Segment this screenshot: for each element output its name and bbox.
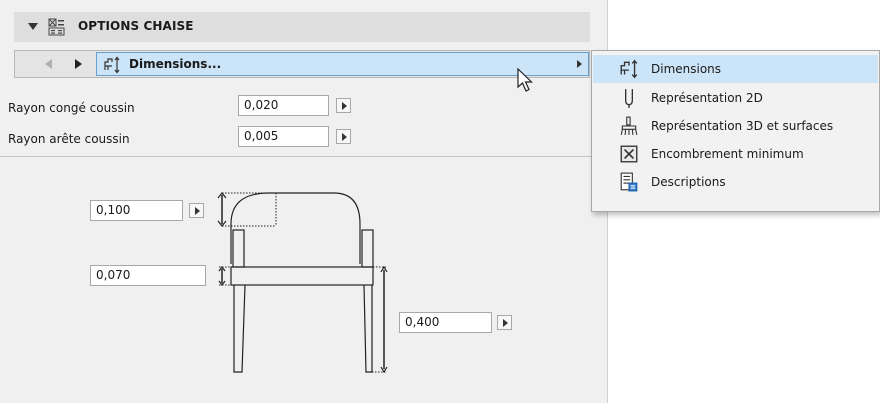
seat-thickness-input[interactable]: 0,070 [90, 265, 206, 286]
arrow-right-icon [195, 207, 200, 215]
param-label-edge-radius: Rayon arête coussin [8, 132, 130, 146]
settings-panel: OPTIONS CHAISE Dimensions... Rayon congé… [0, 0, 608, 403]
chair-dimension-diagram [217, 192, 388, 374]
dimensions-icon [620, 59, 638, 79]
menu-item-label: Représentation 2D [651, 91, 763, 105]
3d-surfaces-brush-icon [620, 116, 638, 135]
dimensions-icon [104, 56, 120, 74]
section-title: OPTIONS CHAISE [78, 19, 194, 33]
menu-item-minimum-space[interactable]: Encombrement minimum [593, 140, 878, 168]
menu-item-descriptions[interactable]: Descriptions [593, 168, 878, 196]
menu-item-2d-representation[interactable]: Représentation 2D [593, 84, 878, 112]
arrow-left-icon [45, 59, 52, 69]
minimum-space-icon [620, 145, 638, 163]
param-label-fillet-radius: Rayon congé coussin [8, 101, 135, 115]
collapse-triangle-icon[interactable] [28, 23, 38, 30]
arrow-right-icon [75, 59, 82, 69]
2d-representation-icon [625, 89, 633, 108]
edge-radius-stepper-button[interactable] [336, 129, 351, 144]
next-tab-button[interactable] [65, 54, 89, 74]
previous-tab-button[interactable] [37, 54, 61, 74]
fillet-radius-stepper-button[interactable] [336, 98, 351, 113]
arrow-right-icon [342, 102, 347, 110]
tab-dropdown-menu: Dimensions Représentation 2D Représentat… [591, 50, 880, 212]
cushion-height-stepper-button[interactable] [189, 203, 204, 218]
arrow-right-icon [342, 133, 347, 141]
fillet-radius-input[interactable]: 0,020 [238, 95, 329, 116]
tab-navigation-bar: Dimensions... [14, 50, 590, 78]
arrow-right-icon [503, 319, 508, 327]
menu-item-label: Dimensions [651, 62, 722, 76]
menu-item-label: Descriptions [651, 175, 726, 189]
seat-height-input[interactable]: 0,400 [399, 312, 492, 333]
chair-options-icon [48, 18, 65, 36]
mouse-cursor-icon [517, 68, 533, 92]
chevron-right-icon [577, 60, 582, 68]
current-tab-label: Dimensions... [129, 57, 222, 71]
section-header[interactable]: OPTIONS CHAISE [14, 12, 590, 42]
menu-item-dimensions[interactable]: Dimensions [593, 55, 878, 83]
menu-item-3d-surfaces[interactable]: Représentation 3D et surfaces [593, 112, 878, 140]
seat-height-stepper-button[interactable] [497, 315, 512, 330]
edge-radius-input[interactable]: 0,005 [238, 126, 329, 147]
menu-item-label: Encombrement minimum [651, 147, 804, 161]
divider [0, 156, 600, 157]
menu-item-label: Représentation 3D et surfaces [651, 119, 834, 133]
cushion-height-input[interactable]: 0,100 [90, 200, 183, 221]
descriptions-icon [620, 172, 638, 192]
